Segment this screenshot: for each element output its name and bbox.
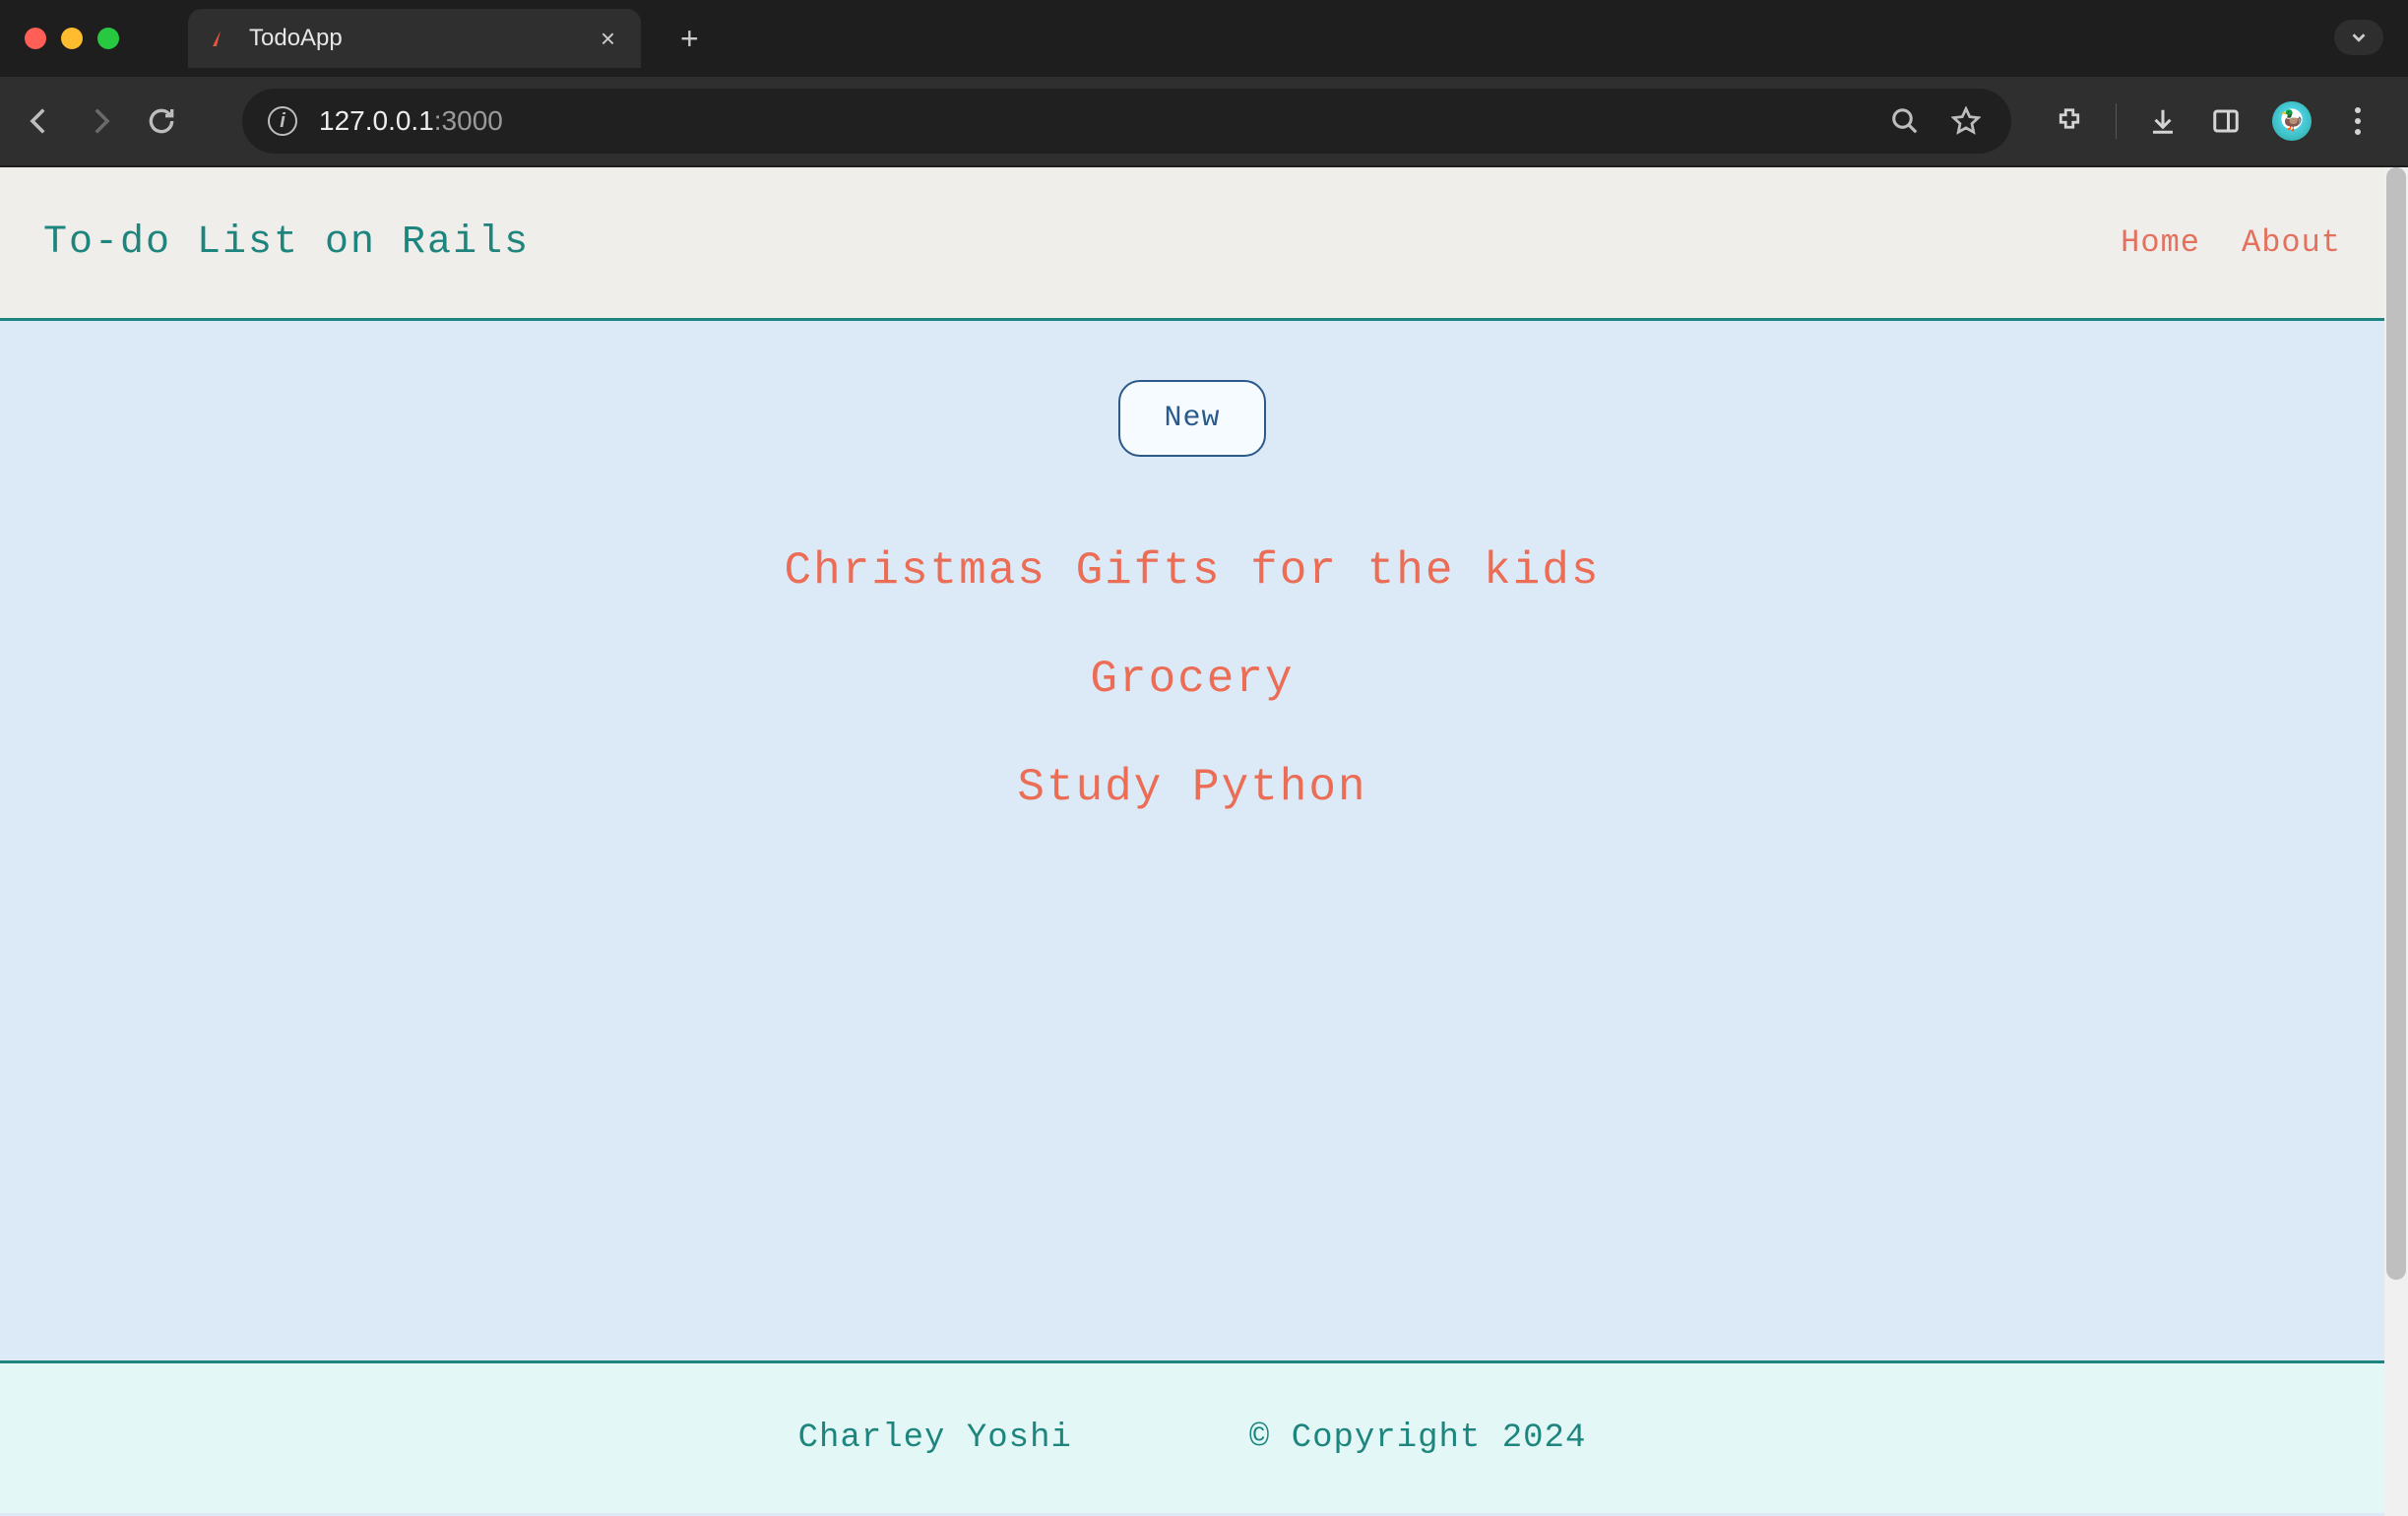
tab-title: TodoApp [249,25,579,52]
todo-item[interactable]: Study Python [1017,762,1366,813]
new-button[interactable]: New [1118,380,1265,457]
main-content: New Christmas Gifts for the kids Grocery… [0,318,2384,1363]
back-button[interactable] [20,101,59,141]
site-info-icon[interactable]: i [268,106,297,136]
reload-button[interactable] [142,101,181,141]
footer-author: Charley Yoshi [798,1420,1072,1457]
todo-item[interactable]: Christmas Gifts for the kids [785,545,1601,597]
downloads-icon[interactable] [2146,104,2180,138]
url-text: 127.0.0.1:3000 [319,105,503,137]
footer: Charley Yoshi © Copyright 2024 [0,1363,2384,1513]
window-controls [25,28,119,49]
url-port: :3000 [434,105,503,136]
footer-copyright: © Copyright 2024 [1249,1420,1586,1457]
app-header: To-do List on Rails Home About [0,167,2384,318]
menu-button[interactable] [2341,104,2375,138]
nav-about-link[interactable]: About [2242,224,2341,261]
extensions-icon[interactable] [2053,104,2086,138]
new-tab-button[interactable]: + [680,21,699,57]
profile-avatar[interactable]: 🦆 [2272,101,2312,141]
toolbar-row: i 127.0.0.1:3000 🦆 [0,77,2408,165]
url-host: 127.0.0.1 [319,105,434,136]
avatar-emoji-icon: 🦆 [2280,108,2305,134]
window-minimize-button[interactable] [61,28,83,49]
address-bar[interactable]: i 127.0.0.1:3000 [242,89,2011,154]
bookmark-star-icon[interactable] [1946,101,1986,141]
forward-button[interactable] [81,101,120,141]
page-viewport: To-do List on Rails Home About New Chris… [0,167,2408,1516]
zoom-icon[interactable] [1885,101,1925,141]
browser-tab[interactable]: TodoApp × [188,9,641,68]
tab-bar: TodoApp × + [0,0,2408,77]
todo-item[interactable]: Grocery [1090,654,1294,705]
window-close-button[interactable] [25,28,46,49]
scrollbar-thumb[interactable] [2386,167,2406,1280]
tab-favicon-icon [208,26,233,51]
app-title: To-do List on Rails [43,221,530,265]
sidepanel-icon[interactable] [2209,104,2243,138]
window-maximize-button[interactable] [97,28,119,49]
toolbar-icons: 🦆 [2053,101,2375,141]
browser-chrome: TodoApp × + i 127.0.0.1:3000 [0,0,2408,167]
nav-home-link[interactable]: Home [2121,224,2200,261]
nav-links: Home About [2121,224,2341,261]
kebab-icon [2355,107,2361,135]
tab-search-dropdown[interactable] [2334,20,2383,55]
todo-list: Christmas Gifts for the kids Grocery Stu… [785,545,1601,813]
tab-close-button[interactable]: × [595,26,621,51]
toolbar-separator [2116,103,2117,139]
